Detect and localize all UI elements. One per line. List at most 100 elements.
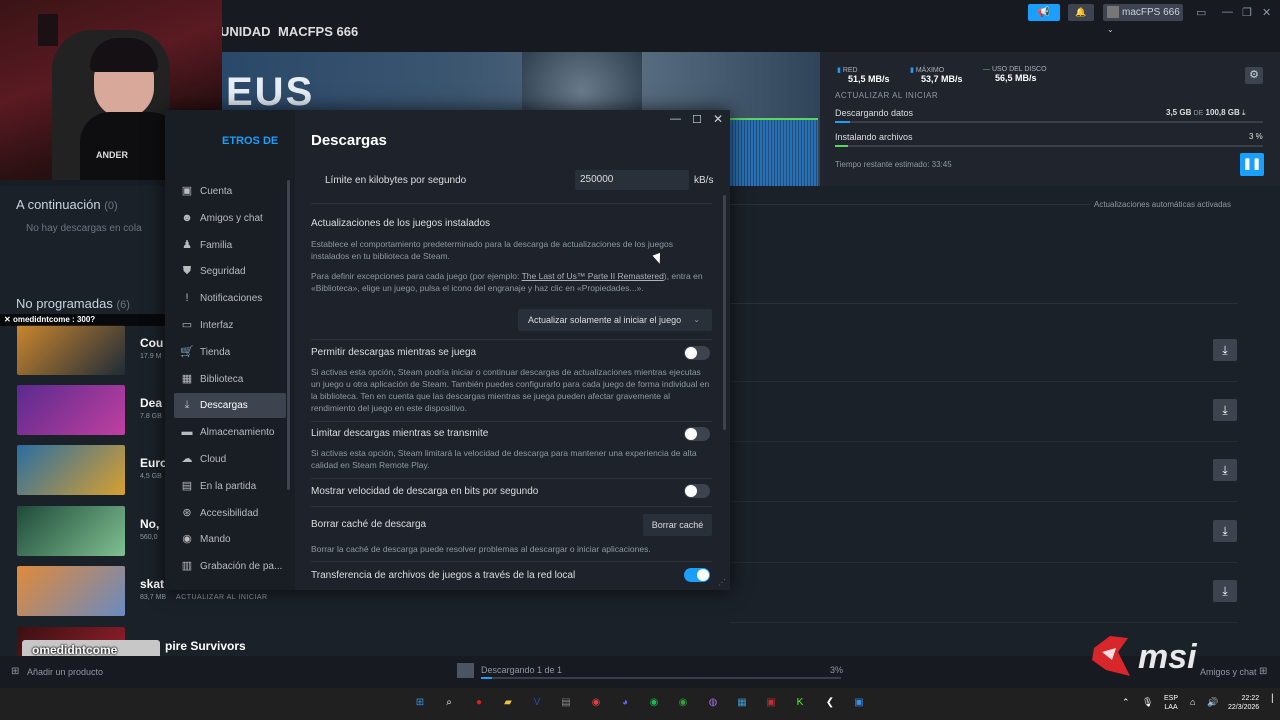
stream-limit-toggle[interactable] — [684, 427, 710, 441]
photos-icon[interactable]: ▦ — [733, 694, 751, 712]
bandwidth-limit-input[interactable]: 250000 — [575, 170, 689, 190]
sidebar-item-accesibilidad[interactable]: ⊛ Accesibilidad — [174, 501, 286, 526]
restore-icon[interactable]: ❐ — [1242, 6, 1252, 19]
download-game-button[interactable]: ⤓ — [1213, 580, 1237, 602]
download-game-button[interactable]: ⤓ — [1213, 339, 1237, 361]
account-menu-button[interactable]: macFPS 666 ⌄ — [1103, 4, 1183, 34]
chevron-down-icon: ⌄ — [1107, 25, 1114, 34]
sidebar-icon: ⛊ — [182, 265, 192, 278]
sidebar-item-label: Interfaz — [200, 320, 234, 331]
divider — [730, 622, 1238, 623]
file-explorer-icon[interactable]: ▰ — [499, 694, 517, 712]
resize-grip-icon[interactable]: ⋰ — [718, 578, 726, 587]
settings-scrollbar[interactable] — [723, 195, 726, 430]
game-title[interactable]: No, — [140, 517, 159, 531]
unscheduled-heading: No programadas (6) — [16, 296, 130, 311]
mail-icon[interactable]: ▤ — [557, 694, 575, 712]
chat-icon[interactable]: ⊞ — [1259, 666, 1267, 677]
game-thumbnail[interactable] — [17, 566, 125, 616]
game-link[interactable]: The Last of Us™ Parte II Remastered — [522, 271, 664, 281]
sidebar-item-label: En la partida — [200, 480, 257, 492]
game-title[interactable]: pire Survivors — [165, 639, 246, 653]
sidebar-item-cuenta[interactable]: ▣ Cuenta — [174, 179, 286, 204]
back-icon[interactable]: ❮ — [821, 694, 839, 712]
dialog-close-icon[interactable]: ✕ — [713, 112, 723, 126]
discord-icon[interactable]: ◕ — [616, 694, 634, 712]
sidebar-item-en-la-partida[interactable]: ▤ En la partida — [174, 474, 286, 499]
download-game-button[interactable]: ⤓ — [1213, 399, 1237, 421]
download-settings-button[interactable]: ⚙ — [1245, 67, 1263, 84]
close-icon[interactable]: ✕ — [1262, 6, 1271, 19]
sidebar-item-tienda[interactable]: 🛒 Tienda — [174, 340, 286, 365]
game-size: 4,5 GB — [140, 473, 162, 480]
bandwidth-unit: kB/s — [694, 175, 714, 186]
lan-transfer-toggle[interactable] — [684, 568, 710, 582]
kick-icon[interactable]: K — [791, 694, 809, 712]
app-icon[interactable]: ▣ — [762, 694, 780, 712]
update-behavior-dropdown[interactable]: Actualizar solamente al iniciar el juego… — [518, 309, 712, 331]
steam-icon[interactable]: ▣ — [850, 694, 868, 712]
install-progress-bar — [835, 145, 1263, 147]
game-thumbnail[interactable] — [17, 445, 125, 495]
volume-icon[interactable]: 🔊 — [1207, 697, 1218, 708]
game-title[interactable]: Dea — [140, 396, 162, 410]
announcements-button[interactable]: 📢 — [1028, 4, 1060, 21]
browser-icon[interactable]: ◍ — [704, 694, 722, 712]
game-thumbnail[interactable] — [17, 385, 125, 435]
download-game-button[interactable]: ⤓ — [1213, 459, 1237, 481]
chrome-alt-icon[interactable]: ◉ — [674, 694, 692, 712]
sidebar-item-familia[interactable]: ♟ Familia — [174, 233, 286, 258]
v-app-icon[interactable]: V — [528, 694, 546, 712]
game-logo: EUS — [226, 70, 315, 114]
pause-button[interactable]: ❚❚ — [1240, 153, 1264, 176]
network-label: RED — [842, 67, 858, 74]
notifications-button[interactable]: 🔔 — [1068, 4, 1094, 21]
microphone-icon[interactable]: 🎙 — [1142, 697, 1153, 708]
disk-stat: — USO DEL DISCO 56,5 MB/s — [983, 66, 1047, 83]
peak-value: 53,7 MB/s — [921, 74, 963, 84]
windows-start-icon[interactable]: ⊞ — [411, 694, 429, 712]
sidebar-item-seguridad[interactable]: ⛊ Seguridad — [174, 259, 286, 284]
nav-item-profile[interactable]: MACFPS 666 — [278, 24, 358, 39]
downloading-status[interactable]: Descargando 1 de 1 — [481, 665, 562, 675]
sidebar-item-notificaciones[interactable]: ! Notificaciones — [174, 286, 286, 311]
tray-chevron-icon[interactable]: ⌃ — [1122, 697, 1130, 708]
language-indicator[interactable]: ESP LAA — [1164, 694, 1178, 712]
notifications-icon[interactable]: ▏ — [1272, 694, 1280, 714]
download-game-button[interactable]: ⤓ — [1213, 520, 1237, 542]
network-icon[interactable]: ⌂ — [1190, 697, 1195, 707]
bits-speed-toggle[interactable] — [684, 484, 710, 498]
sidebar-item-interfaz[interactable]: ▭ Interfaz — [174, 313, 286, 338]
clear-cache-button[interactable]: Borrar caché — [643, 514, 712, 536]
dialog-minimize-icon[interactable]: — — [670, 113, 681, 125]
gear-icon: ⚙ — [1249, 69, 1259, 81]
unscheduled-count: (6) — [116, 299, 130, 311]
nav-item-community[interactable]: UNIDAD — [220, 24, 271, 39]
dialog-maximize-icon[interactable]: ☐ — [692, 113, 702, 126]
game-thumbnail[interactable] — [17, 325, 125, 375]
record-icon[interactable]: ● — [470, 694, 488, 712]
sidebar-scrollbar[interactable] — [287, 180, 290, 490]
spotify-icon[interactable]: ◉ — [645, 694, 663, 712]
sidebar-item-mando[interactable]: ◉ Mando — [174, 527, 286, 552]
stream-limit-label: Limitar descargas mientras se transmite — [311, 428, 489, 439]
big-picture-icon[interactable]: ▭ — [1196, 6, 1206, 19]
game-title[interactable]: Euro — [140, 456, 167, 470]
minimize-icon[interactable]: — — [1222, 6, 1233, 18]
install-progress-fill — [835, 145, 848, 147]
sidebar-item-cloud[interactable]: ☁ Cloud — [174, 447, 286, 472]
sidebar-item-amigos-y-chat[interactable]: ☻ Amigos y chat — [174, 206, 286, 231]
taskbar-clock[interactable]: 22:22 22/3/2026 — [1228, 694, 1259, 712]
sidebar-item-descargas[interactable]: ⤓ Descargas — [174, 393, 286, 419]
sidebar-item-grabaci-n-de-pa[interactable]: ▥ Grabación de pa... — [174, 554, 286, 579]
chrome-icon[interactable]: ◉ — [587, 694, 605, 712]
search-icon[interactable]: ⌕ — [440, 694, 458, 712]
add-product-link[interactable]: Añadir un producto — [27, 667, 103, 677]
game-title[interactable]: Cou — [140, 336, 163, 350]
sidebar-item-almacenamiento[interactable]: ▬ Almacenamiento — [174, 420, 286, 445]
game-title[interactable]: skat — [140, 577, 164, 591]
game-thumbnail[interactable] — [17, 506, 125, 556]
add-icon[interactable]: ⊞ — [11, 666, 19, 677]
sidebar-item-biblioteca[interactable]: ▦ Biblioteca — [174, 367, 286, 392]
allow-downloads-toggle[interactable] — [684, 346, 710, 360]
